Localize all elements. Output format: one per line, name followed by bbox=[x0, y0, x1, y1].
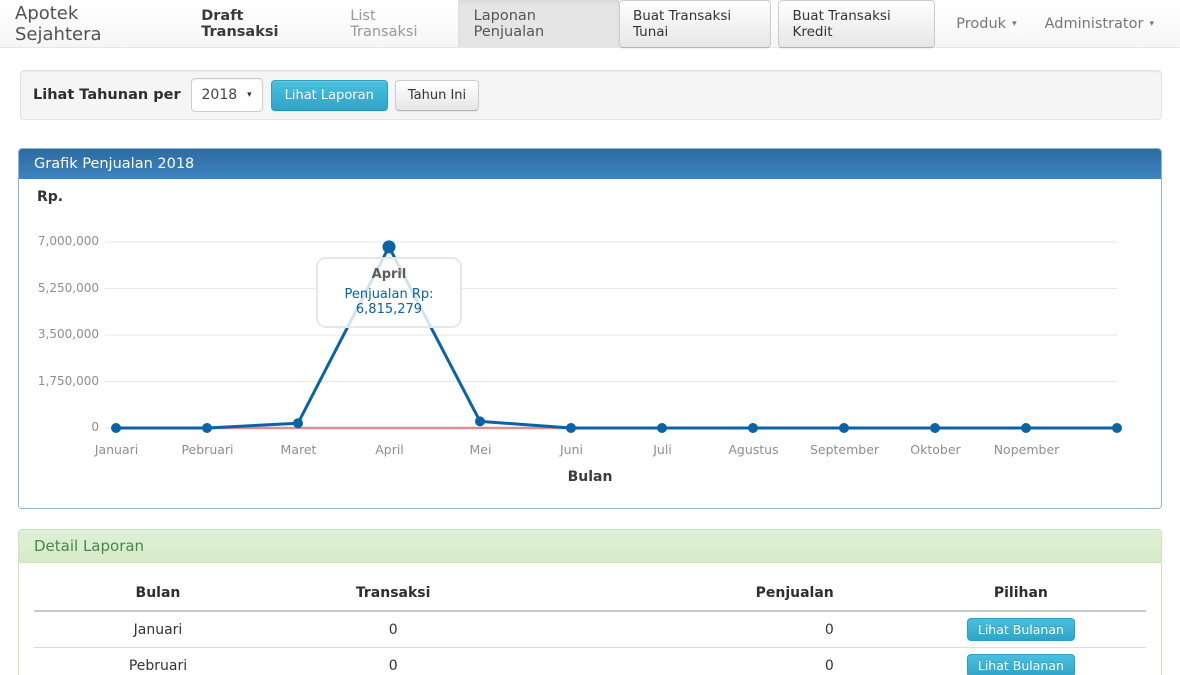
detail-report-panel: Detail Laporan Bulan Transaksi Penjualan… bbox=[18, 529, 1162, 675]
x-tick: April bbox=[344, 442, 435, 457]
x-axis-ticks: Januari Pebruari Maret April Mei Juni Ju… bbox=[71, 442, 1072, 457]
x-tick: Juli bbox=[617, 442, 708, 457]
app-brand[interactable]: Apotek Sejahtera bbox=[0, 0, 185, 47]
chevron-down-icon: ▾ bbox=[1149, 19, 1154, 29]
table-row: Pebruari 0 0 Lihat Bulanan bbox=[34, 648, 1146, 675]
cell-penjualan: 0 bbox=[504, 611, 895, 648]
year-select[interactable]: 2018 ▾ bbox=[191, 78, 263, 112]
lihat-laporan-button[interactable]: Lihat Laporan bbox=[271, 80, 388, 111]
chevron-down-icon: ▾ bbox=[1012, 19, 1017, 29]
navbar-right: Buat Transaksi Tunai Buat Transaksi Kred… bbox=[619, 0, 1180, 47]
column-header-pilihan: Pilihan bbox=[896, 576, 1146, 611]
buat-transaksi-kredit-button[interactable]: Buat Transaksi Kredit bbox=[778, 0, 935, 48]
x-tick: Januari bbox=[71, 442, 162, 457]
tooltip-value: Penjualan Rp: 6,815,279 bbox=[322, 287, 456, 317]
x-tick: Juni bbox=[526, 442, 617, 457]
monthly-report-table: Bulan Transaksi Penjualan Pilihan Januar… bbox=[34, 576, 1146, 675]
lihat-bulanan-button[interactable]: Lihat Bulanan bbox=[967, 654, 1075, 675]
x-tick: September bbox=[799, 442, 890, 457]
sales-chart-panel: Grafik Penjualan 2018 Rp. 7,000,000 5,25… bbox=[18, 148, 1162, 509]
y-tick: 1,750,000 bbox=[19, 374, 99, 388]
produk-dropdown[interactable]: Produk ▾ bbox=[942, 16, 1030, 32]
produk-dropdown-label: Produk bbox=[956, 16, 1006, 32]
x-tick: Pebruari bbox=[162, 442, 253, 457]
filter-label: Lihat Tahunan per bbox=[33, 87, 181, 103]
cell-transaksi: 0 bbox=[282, 611, 504, 648]
column-header-bulan: Bulan bbox=[34, 576, 282, 611]
column-header-transaksi: Transaksi bbox=[282, 576, 504, 611]
x-axis-label: Bulan bbox=[19, 469, 1161, 485]
column-header-penjualan: Penjualan bbox=[504, 576, 895, 611]
nav-item-draft-transaksi[interactable]: Draft Transaksi bbox=[185, 0, 334, 47]
chart-tooltip: April Penjualan Rp: 6,815,279 bbox=[316, 257, 462, 328]
x-tick: Nopember bbox=[981, 442, 1072, 457]
nav-tabs: Draft Transaksi List Transaksi Laponan P… bbox=[185, 0, 619, 47]
cell-bulan: Januari bbox=[34, 611, 282, 648]
nav-item-list-transaksi[interactable]: List Transaksi bbox=[334, 0, 457, 47]
y-axis-label: Rp. bbox=[37, 189, 63, 205]
x-tick: Agustus bbox=[708, 442, 799, 457]
administrator-dropdown-label: Administrator bbox=[1045, 16, 1144, 32]
table-row: Januari 0 0 Lihat Bulanan bbox=[34, 611, 1146, 648]
year-filter-bar: Lihat Tahunan per 2018 ▾ Lihat Laporan T… bbox=[20, 70, 1162, 120]
y-tick: 3,500,000 bbox=[19, 327, 99, 341]
nav-item-laporan-penjualan[interactable]: Laponan Penjualan bbox=[458, 0, 619, 47]
y-tick: 7,000,000 bbox=[19, 234, 99, 248]
select-caret-icon: ▾ bbox=[247, 90, 252, 100]
buat-transaksi-tunai-button[interactable]: Buat Transaksi Tunai bbox=[619, 0, 772, 48]
table-header-row: Bulan Transaksi Penjualan Pilihan bbox=[34, 576, 1146, 611]
x-tick: Maret bbox=[253, 442, 344, 457]
chart-panel-title: Grafik Penjualan 2018 bbox=[19, 149, 1161, 179]
detail-panel-body: Bulan Transaksi Penjualan Pilihan Januar… bbox=[19, 563, 1161, 675]
cell-bulan: Pebruari bbox=[34, 648, 282, 675]
tahun-ini-button[interactable]: Tahun Ini bbox=[395, 80, 479, 111]
administrator-dropdown[interactable]: Administrator ▾ bbox=[1031, 16, 1168, 32]
cell-penjualan: 0 bbox=[504, 648, 895, 675]
lihat-bulanan-button[interactable]: Lihat Bulanan bbox=[967, 618, 1075, 641]
navbar: Apotek Sejahtera Draft Transaksi List Tr… bbox=[0, 0, 1180, 48]
tooltip-month: April bbox=[322, 267, 456, 282]
detail-panel-title: Detail Laporan bbox=[19, 530, 1161, 563]
x-tick: Oktober bbox=[890, 442, 981, 457]
chart-area: Rp. 7,000,000 5,250,000 3,500,000 1,750,… bbox=[19, 179, 1161, 508]
y-tick: 0 bbox=[19, 420, 99, 434]
year-select-value: 2018 bbox=[202, 87, 238, 103]
cell-transaksi: 0 bbox=[282, 648, 504, 675]
x-tick: Mei bbox=[435, 442, 526, 457]
y-tick: 5,250,000 bbox=[19, 281, 99, 295]
